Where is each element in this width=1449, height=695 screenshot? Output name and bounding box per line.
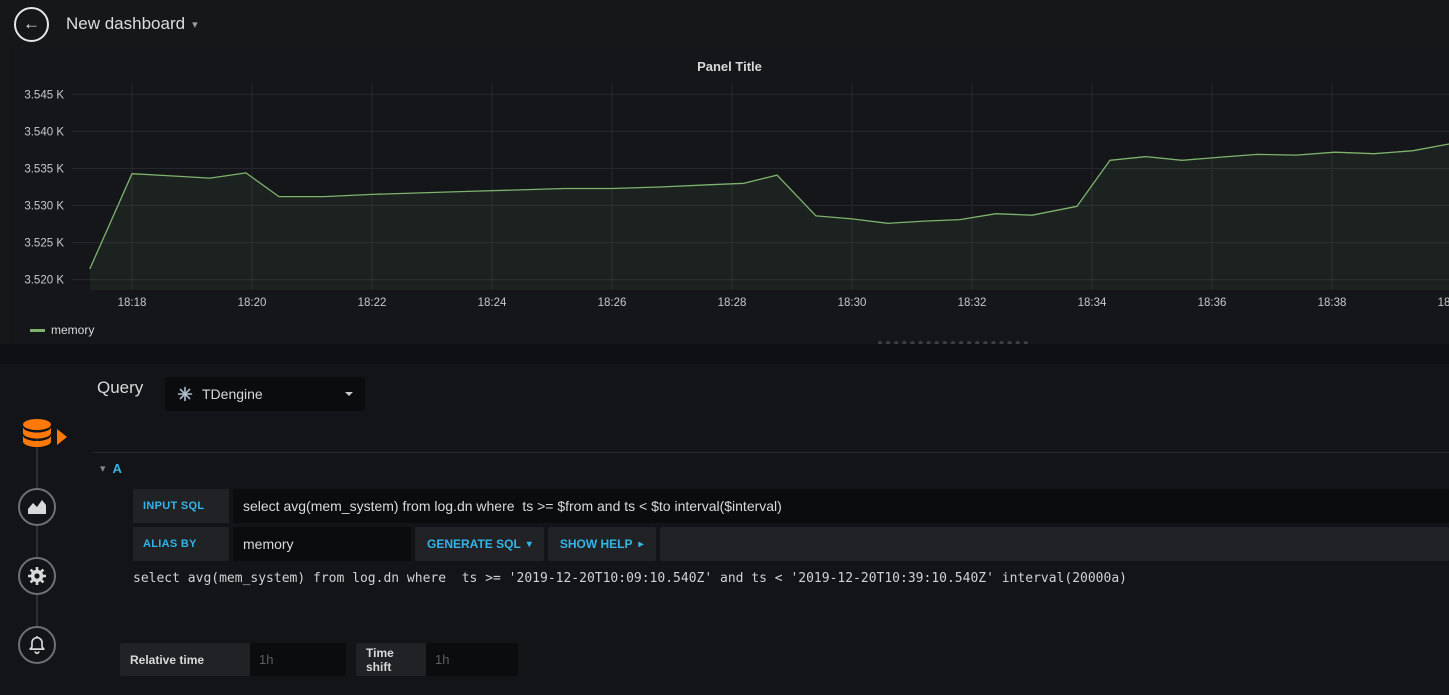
datasource-caret-icon bbox=[345, 392, 353, 396]
bell-icon bbox=[29, 636, 45, 655]
active-tab-arrow bbox=[57, 429, 67, 445]
legend-item-memory[interactable]: memory bbox=[30, 323, 94, 337]
query-row-header[interactable]: ▾ A bbox=[93, 452, 1449, 483]
svg-text:18:24: 18:24 bbox=[478, 297, 507, 309]
section-divider bbox=[0, 344, 1449, 364]
svg-text:3.530 K: 3.530 K bbox=[24, 201, 64, 213]
svg-text:18:22: 18:22 bbox=[358, 297, 387, 309]
row-filler bbox=[659, 527, 1449, 561]
input-sql-field[interactable] bbox=[233, 489, 1449, 523]
collapse-caret-icon: ▾ bbox=[100, 462, 106, 475]
svg-text:18:18: 18:18 bbox=[118, 297, 147, 309]
legend-series-swatch bbox=[30, 328, 45, 332]
timeseries-chart[interactable]: 18:18 18:20 18:22 18:24 18:26 18:28 18:30 18:32… bbox=[10, 76, 1449, 320]
dashboard-title[interactable]: New dashboard bbox=[66, 14, 185, 34]
graph-panel: Panel Title 18:18 18:20 18:22 18:24 18:26 18:… bbox=[10, 48, 1449, 344]
query-ref-id: A bbox=[112, 460, 122, 476]
gear-icon bbox=[28, 567, 46, 585]
svg-text:3.545 K: 3.545 K bbox=[24, 89, 64, 101]
back-arrow-icon: ← bbox=[23, 14, 40, 33]
svg-text:18:38: 18:38 bbox=[1318, 297, 1347, 309]
generated-sql-preview: select avg(mem_system) from log.dn where… bbox=[133, 571, 1127, 586]
grafana-panel-editor: ← New dashboard ▾ Panel Title 18:18 18:20… bbox=[0, 0, 1449, 695]
tab-alert[interactable] bbox=[18, 626, 56, 664]
tdengine-logo-icon bbox=[177, 386, 193, 402]
show-help-button[interactable]: SHOW HELP ▸ bbox=[547, 527, 656, 561]
show-help-label: SHOW HELP bbox=[559, 537, 633, 551]
svg-text:18:20: 18:20 bbox=[238, 297, 267, 309]
svg-text:18:32: 18:32 bbox=[958, 297, 987, 309]
time-shift-label: Time shift bbox=[356, 643, 426, 676]
query-section-title: Query bbox=[97, 378, 144, 397]
relative-time-input[interactable] bbox=[250, 643, 346, 676]
tab-general[interactable] bbox=[18, 557, 56, 595]
time-options-row: Relative time Time shift bbox=[120, 643, 518, 676]
svg-text:18:28: 18:28 bbox=[718, 297, 747, 309]
database-icon bbox=[23, 419, 51, 447]
svg-text:18:40: 18:40 bbox=[1438, 297, 1449, 309]
top-bar: ← New dashboard ▾ bbox=[0, 0, 1449, 48]
chart-icon bbox=[28, 500, 46, 514]
generate-sql-caret-icon: ▾ bbox=[526, 538, 532, 550]
svg-text:3.535 K: 3.535 K bbox=[24, 163, 64, 175]
svg-text:18:36: 18:36 bbox=[1198, 297, 1227, 309]
tab-visualization[interactable] bbox=[18, 488, 56, 526]
generate-sql-label: GENERATE SQL bbox=[427, 537, 521, 551]
svg-text:3.540 K: 3.540 K bbox=[24, 126, 64, 138]
alias-by-label: ALIAS BY bbox=[133, 527, 229, 561]
tab-queries[interactable] bbox=[19, 418, 55, 451]
editor-section: Query TDengine ▾ A INPUT SQL ALIAS BY bbox=[0, 344, 1449, 695]
legend-series-label: memory bbox=[51, 323, 95, 337]
input-sql-row: INPUT SQL bbox=[133, 489, 1449, 523]
generate-sql-button[interactable]: GENERATE SQL ▾ bbox=[415, 527, 544, 561]
show-help-caret-icon: ▸ bbox=[638, 538, 644, 550]
input-sql-label: INPUT SQL bbox=[133, 489, 229, 523]
svg-text:18:26: 18:26 bbox=[598, 297, 627, 309]
svg-text:3.520 K: 3.520 K bbox=[24, 275, 64, 287]
back-button[interactable]: ← bbox=[14, 6, 49, 42]
svg-text:18:30: 18:30 bbox=[838, 297, 867, 309]
time-shift-input[interactable] bbox=[426, 643, 518, 676]
alias-row: ALIAS BY GENERATE SQL ▾ SHOW HELP ▸ bbox=[133, 527, 1449, 561]
panel-title: Panel Title bbox=[697, 59, 762, 74]
alias-by-field[interactable] bbox=[233, 527, 411, 561]
tab-rail-line bbox=[36, 437, 38, 645]
datasource-name: TDengine bbox=[202, 386, 263, 402]
datasource-picker[interactable]: TDengine bbox=[165, 377, 365, 411]
svg-text:3.525 K: 3.525 K bbox=[24, 238, 64, 250]
svg-text:18:34: 18:34 bbox=[1078, 297, 1107, 309]
dashboard-title-caret-icon: ▾ bbox=[192, 18, 198, 31]
relative-time-label: Relative time bbox=[120, 643, 250, 676]
